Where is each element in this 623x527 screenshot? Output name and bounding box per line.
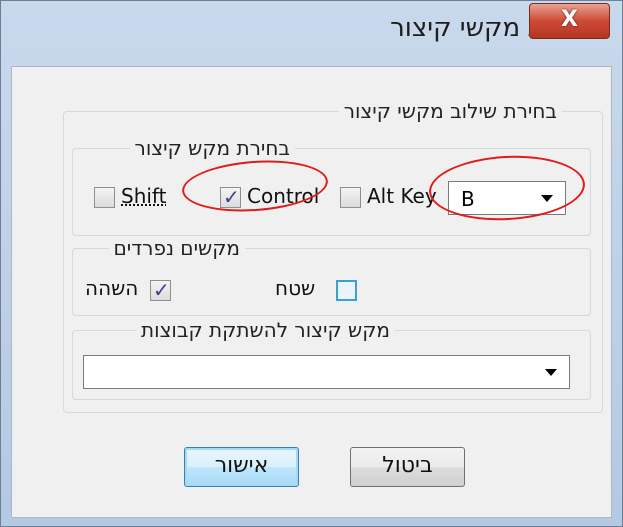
ok-button[interactable]: אישור: [184, 447, 299, 487]
cancel-button[interactable]: ביטול: [350, 447, 465, 487]
surface-checkbox[interactable]: [336, 280, 357, 301]
alt-key-checkbox[interactable]: [340, 187, 361, 208]
dialog-window: עריכת מקשי קיצור X בחירת שילוב מקשי קיצו…: [0, 0, 623, 527]
close-icon: X: [561, 7, 578, 32]
mute-shortcut-group: מקש קיצור להשתקת קבוצות: [72, 318, 591, 400]
dialog-client-area: בחירת שילוב מקשי קיצור בחירת מקש קיצור S…: [11, 66, 612, 518]
close-button[interactable]: X: [529, 3, 610, 39]
mute-shortcut-combo[interactable]: [83, 355, 570, 389]
separate-keys-legend: מקשים נפרדים: [108, 236, 245, 260]
surface-label: שטח: [275, 276, 316, 300]
shift-checkbox[interactable]: [94, 187, 115, 208]
mute-shortcut-legend: מקש קיצור להשתקת קבוצות: [135, 318, 395, 342]
chevron-down-icon: [545, 369, 557, 376]
key-selection-legend: בחירת מקש קיצור: [129, 136, 295, 160]
alt-key-label: Alt Key: [367, 184, 437, 208]
separate-keys-group: מקשים נפרדים השהה שטח: [72, 236, 591, 316]
shift-label: Shift: [121, 184, 167, 208]
pause-checkbox[interactable]: [150, 278, 171, 302]
shortcut-combination-legend: בחירת שילוב מקשי קיצור: [338, 99, 562, 123]
pause-label: השהה: [85, 276, 139, 300]
